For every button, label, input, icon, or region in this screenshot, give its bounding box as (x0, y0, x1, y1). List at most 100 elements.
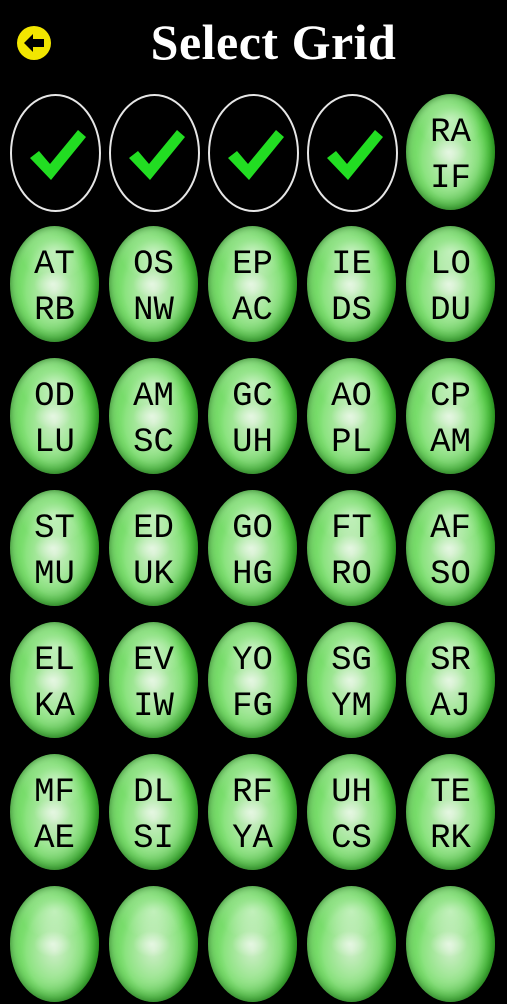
grid-selection-board: RA IF AT RB OS NW EP AC IE DS LO DU OD LU AM SC GC UH AO PL… (8, 92, 501, 1004)
grid-cell-button[interactable]: CP AM (404, 356, 499, 476)
grid-cell-button[interactable]: AO PL (305, 356, 400, 476)
completed-ring (208, 94, 299, 212)
grid-cell-line1: AT (34, 246, 75, 284)
grid-cell-letters: EL KA (8, 638, 101, 730)
grid-cell-completed[interactable] (206, 92, 301, 212)
grid-cell-line1: AM (133, 378, 174, 416)
grid-cell-letters: DL SI (107, 770, 200, 862)
grid-cell-button[interactable] (107, 884, 202, 1004)
checkmark-icon (228, 130, 284, 180)
completed-ring (10, 94, 101, 212)
grid-cell-button[interactable]: MF AE (8, 752, 103, 872)
grid-cell-button[interactable]: GO HG (206, 488, 301, 608)
grid-cell-line1: SR (430, 642, 471, 680)
checkmark-icon (327, 130, 383, 180)
grid-cell-button[interactable]: YO FG (206, 620, 301, 740)
grid-cell-button[interactable]: EL KA (8, 620, 103, 740)
grid-cell-line1: EL (34, 642, 75, 680)
grid-cell-line2: KA (34, 688, 75, 726)
grid-cell-letters: SG YM (305, 638, 398, 730)
grid-cell-disc (208, 886, 297, 1002)
grid-cell-button[interactable]: EP AC (206, 224, 301, 344)
header-bar: Select Grid (0, 0, 507, 88)
grid-cell-line2: CS (331, 820, 372, 858)
grid-cell-line2: DU (430, 292, 471, 330)
grid-cell-completed[interactable] (305, 92, 400, 212)
grid-cell-letters: GC UH (206, 374, 299, 466)
grid-cell-button[interactable] (8, 884, 103, 1004)
grid-cell-button[interactable]: GC UH (206, 356, 301, 476)
grid-cell-line1: TE (430, 774, 471, 812)
grid-cell-button[interactable]: TE RK (404, 752, 499, 872)
grid-cell-line1: LO (430, 246, 471, 284)
grid-cell-letters: ST MU (8, 506, 101, 598)
page-title: Select Grid (150, 14, 397, 70)
grid-cell-letters: AO PL (305, 374, 398, 466)
grid-cell-button[interactable]: SG YM (305, 620, 400, 740)
grid-cell-line2: YA (232, 820, 273, 858)
grid-cell-button[interactable] (404, 884, 499, 1004)
grid-cell-line2: FG (232, 688, 273, 726)
grid-cell-button[interactable]: DL SI (107, 752, 202, 872)
grid-cell-line2: RB (34, 292, 75, 330)
grid-cell-completed[interactable] (8, 92, 103, 212)
grid-cell-letters: CP AM (404, 374, 497, 466)
grid-cell-line2: AM (430, 424, 471, 462)
grid-cell-line1: GC (232, 378, 273, 416)
back-button[interactable] (17, 26, 51, 60)
grid-cell-line1: OD (34, 378, 75, 416)
grid-cell-line2: UH (232, 424, 273, 462)
grid-cell-button[interactable]: SR AJ (404, 620, 499, 740)
grid-cell-line2: RO (331, 556, 372, 594)
grid-cell-button[interactable] (305, 884, 400, 1004)
grid-cell-button[interactable]: RA IF (404, 92, 499, 212)
grid-cell-letters: OS NW (107, 242, 200, 334)
grid-cell-letters: AT RB (8, 242, 101, 334)
grid-cell-button[interactable]: AM SC (107, 356, 202, 476)
grid-cell-line1: AF (430, 510, 471, 548)
grid-cell-button[interactable]: AT RB (8, 224, 103, 344)
grid-cell-line2: HG (232, 556, 273, 594)
grid-cell-line2: PL (331, 424, 372, 462)
grid-cell-letters: EV IW (107, 638, 200, 730)
grid-cell-button[interactable]: UH CS (305, 752, 400, 872)
grid-cell-button[interactable]: ED UK (107, 488, 202, 608)
grid-cell-button[interactable] (206, 884, 301, 1004)
grid-cell-button[interactable]: RF YA (206, 752, 301, 872)
grid-cell-letters: RA IF (404, 110, 497, 202)
grid-cell-button[interactable]: LO DU (404, 224, 499, 344)
grid-cell-letters: UH CS (305, 770, 398, 862)
grid-cell-button[interactable]: EV IW (107, 620, 202, 740)
grid-cell-letters: RF YA (206, 770, 299, 862)
grid-cell-letters: AM SC (107, 374, 200, 466)
grid-cell-button[interactable]: ST MU (8, 488, 103, 608)
grid-cell-line2: AC (232, 292, 273, 330)
grid-cell-line1: ST (34, 510, 75, 548)
grid-cell-button[interactable]: AF SO (404, 488, 499, 608)
grid-cell-line1: GO (232, 510, 273, 548)
grid-cell-completed[interactable] (107, 92, 202, 212)
grid-cell-letters: GO HG (206, 506, 299, 598)
grid-cell-line2: IW (133, 688, 174, 726)
grid-cell-line2: DS (331, 292, 372, 330)
grid-cell-line2: UK (133, 556, 174, 594)
grid-cell-line1: EP (232, 246, 273, 284)
grid-cell-line1: UH (331, 774, 372, 812)
grid-cell-button[interactable]: FT RO (305, 488, 400, 608)
grid-cell-line2: AE (34, 820, 75, 858)
grid-cell-button[interactable]: IE DS (305, 224, 400, 344)
grid-cell-line1: FT (331, 510, 372, 548)
grid-cell-line1: ED (133, 510, 174, 548)
grid-cell-button[interactable]: OS NW (107, 224, 202, 344)
grid-cell-line1: DL (133, 774, 174, 812)
grid-cell-letters: YO FG (206, 638, 299, 730)
grid-cell-letters: ED UK (107, 506, 200, 598)
checkmark-icon (30, 130, 86, 180)
grid-cell-line2: SC (133, 424, 174, 462)
grid-cell-line1: CP (430, 378, 471, 416)
grid-cell-line1: IE (331, 246, 372, 284)
grid-cell-line2: NW (133, 292, 174, 330)
grid-cell-letters: AF SO (404, 506, 497, 598)
grid-cell-button[interactable]: OD LU (8, 356, 103, 476)
grid-cell-disc (307, 886, 396, 1002)
